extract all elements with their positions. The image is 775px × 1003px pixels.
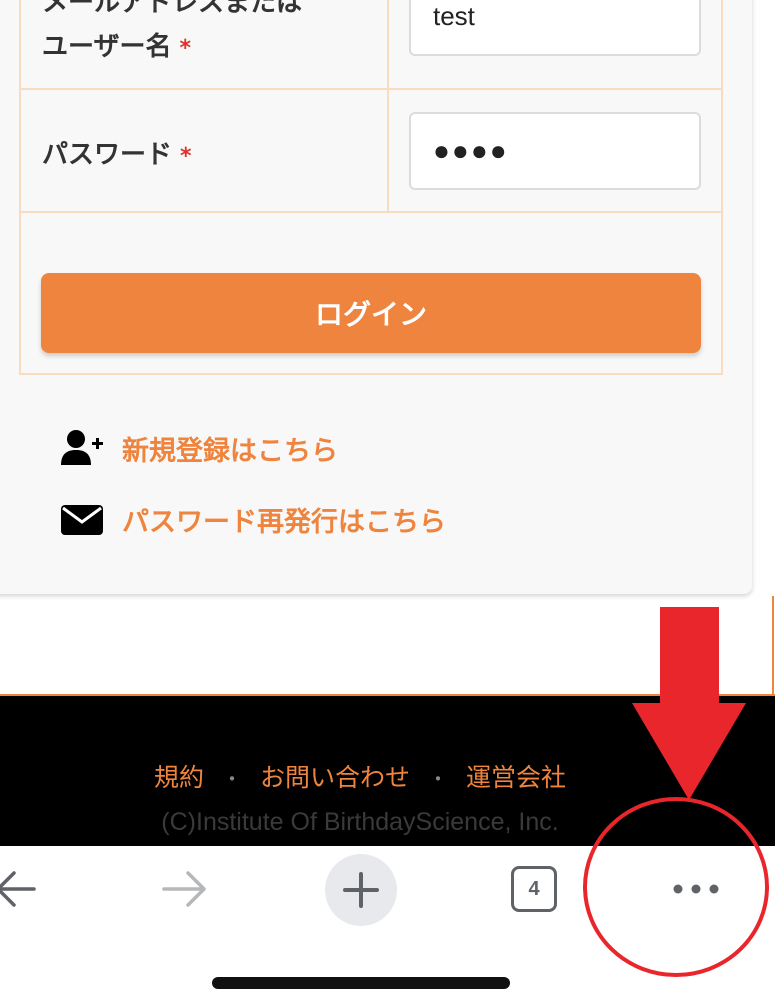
- footer-link-terms[interactable]: 規約: [154, 763, 204, 792]
- footer-link-contact[interactable]: お問い合わせ: [260, 763, 410, 792]
- username-label-text: ユーザー名: [42, 32, 172, 62]
- tab-switcher-button[interactable]: 4: [511, 866, 557, 912]
- back-button[interactable]: [0, 866, 40, 912]
- row-divider: [19, 88, 723, 90]
- register-link-row[interactable]: 新規登録はこちら: [60, 428, 338, 468]
- username-label: ユーザー名 *: [42, 26, 191, 63]
- password-input[interactable]: ●●●●: [409, 112, 701, 190]
- copyright: (C)Institute Of BirthdayScience, Inc.: [161, 808, 559, 836]
- required-mark: *: [180, 144, 192, 169]
- plus-icon: [325, 854, 397, 926]
- password-label: パスワード *: [42, 134, 192, 171]
- required-mark: *: [179, 36, 191, 61]
- footer-links: 規約・お問い合わせ・運営会社: [0, 758, 720, 794]
- home-indicator: [212, 977, 510, 989]
- footer-separator: ・: [428, 767, 448, 791]
- envelope-icon: [60, 499, 104, 539]
- row-divider: [19, 211, 723, 213]
- username-label-top: メールアドレスまたは: [42, 0, 303, 18]
- password-label-text: パスワード: [42, 140, 173, 170]
- page-border: [772, 596, 774, 696]
- footer-link-company[interactable]: 運営会社: [466, 763, 566, 792]
- add-user-icon: [60, 428, 104, 468]
- username-input[interactable]: test: [409, 0, 701, 56]
- forward-arrow-icon: [162, 871, 206, 907]
- login-button[interactable]: ログイン: [41, 273, 701, 353]
- column-divider: [387, 0, 389, 213]
- more-menu-button[interactable]: [664, 874, 728, 904]
- footer-separator: ・: [221, 767, 242, 791]
- reset-password-link[interactable]: パスワード再発行はこちら: [122, 500, 446, 539]
- register-link[interactable]: 新規登録はこちら: [122, 429, 338, 468]
- back-arrow-icon: [0, 871, 36, 907]
- forward-button[interactable]: [160, 866, 210, 912]
- reset-password-link-row[interactable]: パスワード再発行はこちら: [60, 499, 446, 539]
- more-dots-icon: [673, 884, 719, 894]
